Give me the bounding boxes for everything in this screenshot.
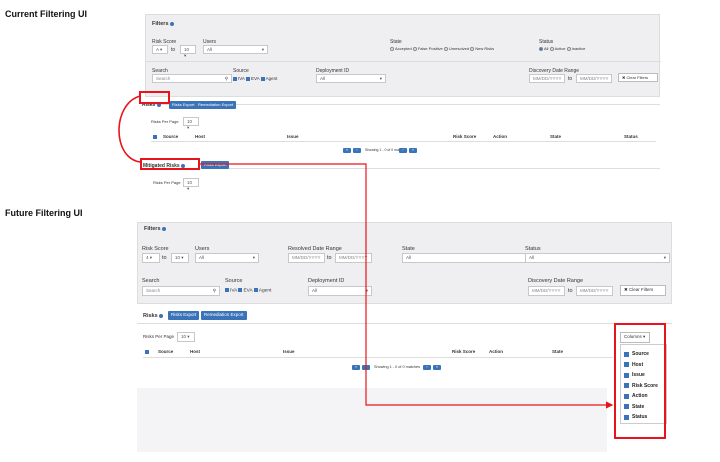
connector-arrow bbox=[118, 95, 141, 163]
pointer-arrow bbox=[200, 163, 614, 409]
annotation-arrows bbox=[118, 95, 614, 409]
